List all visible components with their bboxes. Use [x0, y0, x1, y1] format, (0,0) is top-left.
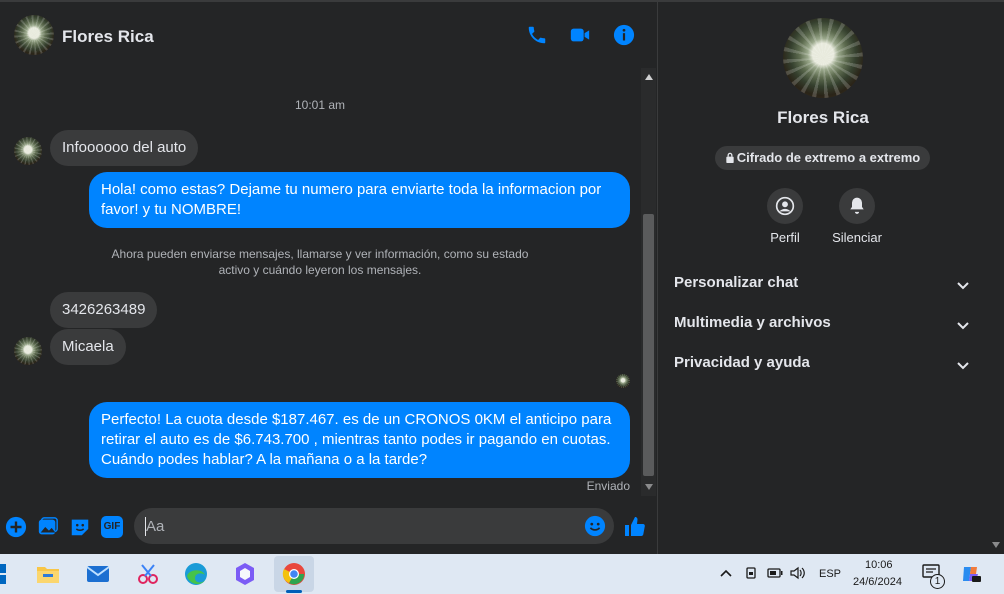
- info-icon[interactable]: [613, 24, 635, 46]
- system-notice: Ahora pueden enviarse mensajes, llamarse…: [111, 247, 529, 277]
- network-icon[interactable]: [744, 566, 758, 580]
- show-hidden-icons-icon[interactable]: [720, 568, 732, 578]
- mail-icon[interactable]: [84, 560, 112, 588]
- profile-name: Flores Rica: [777, 108, 869, 127]
- profile-action[interactable]: Perfil: [745, 188, 825, 245]
- contact-avatar[interactable]: [14, 15, 54, 55]
- profile-avatar[interactable]: [783, 18, 863, 98]
- notification-count-badge: 1: [930, 574, 945, 589]
- outgoing-message[interactable]: Hola! como estas? Dejame tu numero para …: [89, 172, 630, 228]
- section-label: Personalizar chat: [674, 274, 799, 291]
- scroll-down-arrow[interactable]: [645, 484, 653, 490]
- outgoing-message[interactable]: Perfecto! La cuota desde $187.467. es de…: [89, 402, 630, 478]
- gif-icon[interactable]: GIF: [101, 516, 123, 538]
- messenger-window: Flores Rica 10:01 am Infoooooo del auto …: [0, 0, 1004, 554]
- start-icon[interactable]: [0, 560, 10, 588]
- active-app-indicator: [286, 590, 302, 593]
- scroll-up-arrow[interactable]: [645, 74, 653, 80]
- side-scrollbar[interactable]: [988, 2, 1004, 554]
- section-label: Multimedia y archivos: [674, 314, 831, 331]
- message-placeholder: Aa: [146, 518, 165, 535]
- video-call-icon[interactable]: [569, 24, 591, 46]
- plus-icon[interactable]: [5, 516, 27, 538]
- profile-label: Perfil: [770, 230, 800, 245]
- windows-taskbar: ESP 10:06 24/6/2024 1: [0, 554, 1004, 594]
- gallery-icon[interactable]: [37, 516, 59, 538]
- copilot-icon[interactable]: [231, 560, 259, 588]
- battery-icon[interactable]: [767, 568, 783, 578]
- message-input[interactable]: Aa: [134, 508, 614, 544]
- chat-scrollbar[interactable]: [641, 68, 656, 496]
- edge-icon[interactable]: [182, 560, 210, 588]
- message-timestamp: 10:01 am: [294, 98, 346, 112]
- incoming-message[interactable]: Infoooooo del auto: [50, 130, 199, 166]
- sender-avatar: [14, 137, 42, 165]
- composer-bar: GIF Aa: [0, 504, 657, 552]
- lock-icon: [726, 152, 734, 163]
- scroll-down-arrow[interactable]: [992, 542, 1000, 548]
- encryption-label: Cifrado de extremo a extremo: [736, 150, 921, 165]
- contact-name[interactable]: Flores Rica: [62, 27, 154, 47]
- incoming-message[interactable]: 3426263489: [50, 292, 158, 328]
- volume-icon[interactable]: [790, 566, 806, 580]
- bell-icon: [850, 197, 864, 214]
- file-explorer-icon[interactable]: [34, 560, 62, 588]
- like-icon[interactable]: [623, 515, 647, 539]
- chat-header: Flores Rica: [0, 2, 657, 66]
- phone-icon[interactable]: [526, 24, 548, 46]
- encryption-badge[interactable]: Cifrado de extremo a extremo: [715, 146, 930, 170]
- language-indicator[interactable]: ESP: [819, 568, 841, 580]
- section-customize-chat[interactable]: Personalizar chat: [674, 274, 974, 298]
- incoming-message[interactable]: Micaela: [50, 329, 126, 365]
- scroll-thumb[interactable]: [643, 214, 654, 476]
- chrome-icon[interactable]: [280, 560, 308, 588]
- section-privacy-help[interactable]: Privacidad y ayuda: [674, 354, 974, 378]
- chat-panel: Flores Rica 10:01 am Infoooooo del auto …: [0, 2, 657, 554]
- clock-time[interactable]: 10:06: [865, 559, 893, 571]
- section-media-files[interactable]: Multimedia y archivos: [674, 314, 974, 338]
- clock-date[interactable]: 24/6/2024: [853, 576, 902, 588]
- message-status: Enviado: [586, 479, 630, 493]
- chevron-down-icon: [957, 282, 969, 290]
- sticker-icon[interactable]: [69, 516, 91, 538]
- copilot-preview-icon[interactable]: [960, 563, 982, 585]
- chevron-down-icon: [957, 362, 969, 370]
- sender-avatar: [14, 337, 42, 365]
- mute-label: Silenciar: [832, 230, 882, 245]
- profile-icon: [775, 196, 795, 216]
- section-label: Privacidad y ayuda: [674, 354, 810, 371]
- chevron-down-icon: [957, 322, 969, 330]
- mute-action[interactable]: Silenciar: [817, 188, 897, 245]
- emoji-icon[interactable]: [584, 515, 606, 537]
- read-receipt-avatar: [616, 374, 630, 388]
- snipping-tool-icon[interactable]: [134, 560, 162, 588]
- conversation-info-panel: Flores Rica Cifrado de extremo a extremo…: [658, 2, 988, 554]
